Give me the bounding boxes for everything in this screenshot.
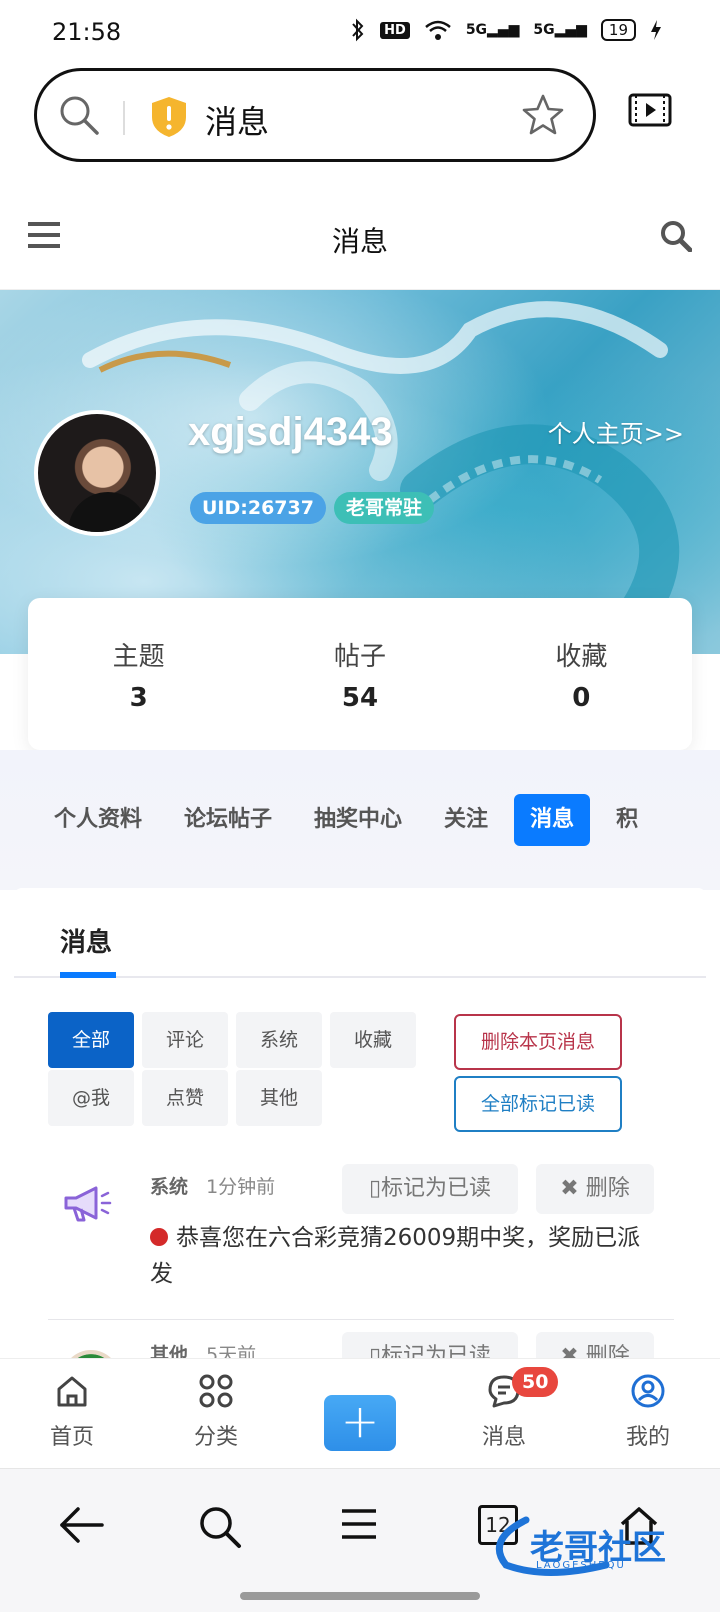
message-item: 系统 1分钟前 ▯标记为已读 ✖ 删除 恭喜您在六合彩竞猜26009期中奖，奖励… [48,1164,674,1320]
stat-label: 收藏 [555,642,608,672]
mark-all-read-button[interactable]: 全部标记已读 [454,1076,622,1132]
nav-label: 消息 [481,1425,526,1450]
filter-likes[interactable]: 点赞 [142,1070,228,1126]
filter-all[interactable]: 全部 [48,1012,134,1068]
nav-messages[interactable]: 50 消息 [432,1359,576,1468]
profile-tabs-row: 个人资料 论坛帖子 抽奖中心 关注 消息 积 [0,750,720,890]
signal-1-icon: 5G▂▄▆ [465,22,520,38]
nav-label: 分类 [193,1425,238,1450]
message-meta: 系统 1分钟前 [150,1172,275,1199]
menu-icon[interactable] [340,1505,378,1543]
battery-icon: 19 [600,19,636,41]
header-search-icon[interactable] [660,220,692,252]
message-body: 恭喜您在六合彩竞猜26009期中奖，奖励已派发 [150,1220,650,1292]
stat-value: 3 [129,683,148,713]
filter-other[interactable]: 其他 [236,1070,322,1126]
homepage-link[interactable]: 个人主页>> [548,414,684,449]
plus-icon[interactable]: + [324,1395,396,1451]
panel-divider [14,976,706,978]
tab-profile[interactable]: 个人资料 [38,794,158,846]
watermark-subtext: LAOGESHEQU [536,1560,626,1571]
nav-create[interactable]: + [288,1359,432,1468]
security-shield-icon[interactable] [149,95,189,139]
address-bar[interactable]: 消息 [34,68,596,162]
status-bar: 21:58 HD 5G▂▄▆ 5G▂▄▆ 19 [0,0,720,64]
charging-icon [651,20,661,40]
stat-favorites[interactable]: 收藏 0 [471,598,692,750]
nav-label: 首页 [49,1425,94,1450]
search-icon[interactable] [57,93,101,137]
stats-card: 主题 3 帖子 54 收藏 0 [28,598,692,750]
stat-label: 主题 [112,642,165,672]
wifi-icon [425,20,451,40]
app-bottom-nav: 首页 分类 + 50 消息 我的 [0,1358,720,1468]
mark-read-button[interactable]: ▯标记为已读 [342,1164,518,1214]
nav-me[interactable]: 我的 [576,1359,720,1468]
address-divider [123,101,125,135]
nav-home[interactable]: 首页 [0,1359,144,1468]
page-header: 消息 [0,176,720,290]
filter-mentions[interactable]: @我 [48,1070,134,1126]
nav-categories[interactable]: 分类 [144,1359,288,1468]
megaphone-icon [64,1186,112,1222]
grid-icon [199,1374,233,1408]
tab-points[interactable]: 积 [600,794,654,846]
signal-2-icon: 5G▂▄▆ [533,22,587,38]
red-dot-icon [150,1228,168,1246]
site-watermark-logo: 老哥社区 LAOGESHEQU [486,1510,706,1580]
nav-label: 我的 [625,1425,670,1450]
unread-count-badge: 50 [512,1367,559,1397]
bluetooth-icon [352,18,364,42]
messages-panel: 消息 全部 评论 系统 收藏 @我 点赞 其他 删除本页消息 全部标记已读 系统… [14,888,706,1372]
back-arrow-icon[interactable] [58,1505,104,1545]
user-icon [631,1374,665,1408]
tab-messages[interactable]: 消息 [514,794,591,846]
stat-topics[interactable]: 主题 3 [28,598,249,750]
address-text[interactable]: 消息 [205,97,269,143]
tab-lottery[interactable]: 抽奖中心 [298,794,418,846]
home-indicator[interactable] [240,1592,480,1600]
stat-posts[interactable]: 帖子 54 [249,598,470,750]
status-time: 21:58 [52,18,122,46]
rank-badge: 老哥常驻 [333,492,434,524]
filter-system[interactable]: 系统 [236,1012,322,1068]
profile-tabs: 个人资料 论坛帖子 抽奖中心 关注 消息 积 [38,794,664,846]
uid-badge: UID:26737 [190,492,326,524]
stat-value: 0 [572,683,591,713]
profile-badges: UID:26737 老哥常驻 [190,492,434,524]
avatar[interactable] [34,410,160,536]
tab-forum-posts[interactable]: 论坛帖子 [168,794,288,846]
tab-follow[interactable]: 关注 [428,794,504,846]
message-filters: 全部 评论 系统 收藏 @我 点赞 其他 [48,1012,418,1126]
username: xgjsdj4343 [188,410,393,454]
message-time: 1分钟前 [206,1176,276,1198]
message-type: 系统 [150,1176,189,1198]
video-player-icon[interactable] [628,92,672,128]
status-icons: HD 5G▂▄▆ 5G▂▄▆ 19 [350,18,662,42]
panel-title: 消息 [60,928,113,958]
bookmark-star-icon[interactable] [521,93,565,137]
hd-icon: HD [380,21,410,39]
search-icon[interactable] [198,1505,242,1549]
stat-value: 54 [341,683,379,713]
page-title: 消息 [331,225,388,258]
delete-page-messages-button[interactable]: 删除本页消息 [454,1014,622,1070]
panel-title-underline [60,972,116,978]
delete-message-button[interactable]: ✖ 删除 [536,1164,654,1214]
browser-toolbar: 消息 [0,64,720,176]
filter-favorites[interactable]: 收藏 [330,1012,416,1068]
filter-comments[interactable]: 评论 [142,1012,228,1068]
stat-label: 帖子 [333,642,386,672]
home-icon [57,1376,87,1407]
message-text: 恭喜您在六合彩竞猜26009期中奖，奖励已派发 [150,1225,641,1287]
